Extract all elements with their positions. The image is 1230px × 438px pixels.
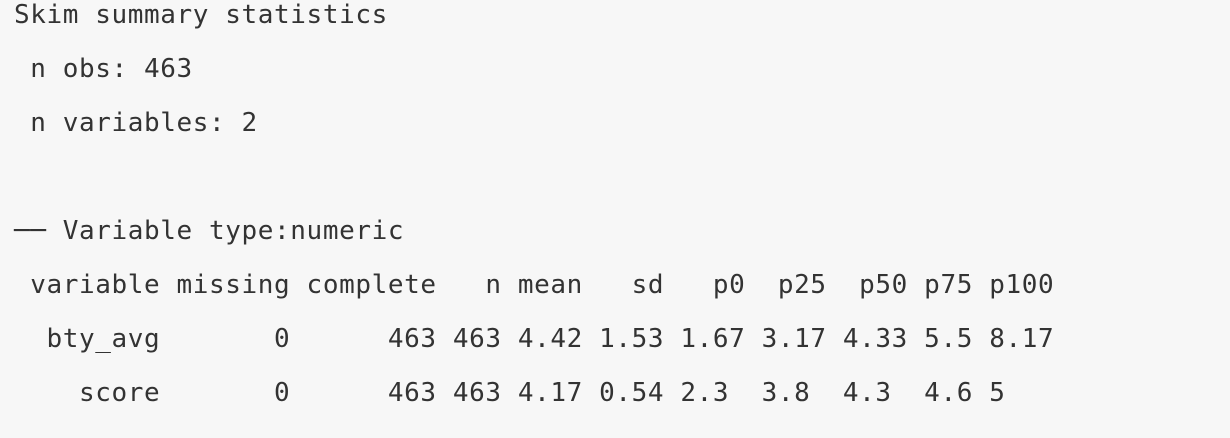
table-header: variable missing complete n mean sd p0 p… xyxy=(14,270,1055,300)
table-row: bty_avg 0 463 463 4.42 1.53 1.67 3.17 4.… xyxy=(14,324,1055,354)
summary-title: Skim summary statistics xyxy=(14,0,388,30)
variable-type-header: ── Variable type:numeric xyxy=(14,216,405,246)
n-obs-line: n obs: 463 xyxy=(14,54,193,84)
console-output: Skim summary statistics n obs: 463 n var… xyxy=(0,0,1230,438)
table-row: score 0 463 463 4.17 0.54 2.3 3.8 4.3 4.… xyxy=(14,378,1006,408)
n-variables-line: n variables: 2 xyxy=(14,108,258,138)
